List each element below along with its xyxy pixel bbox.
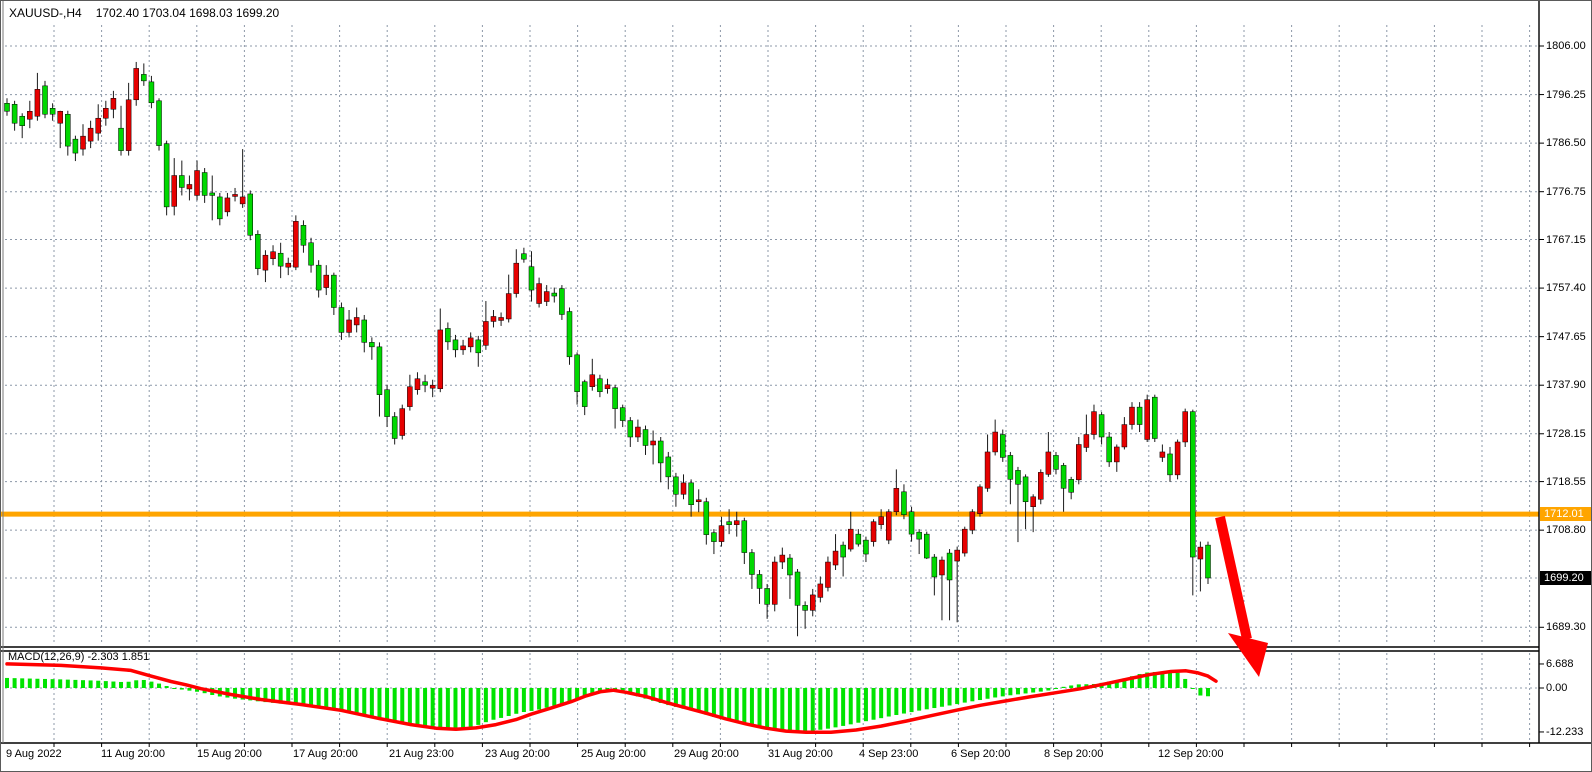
current-price-badge: 1699.20	[1540, 571, 1592, 585]
macd-axis-label: 6.688	[1546, 658, 1574, 670]
time-axis-label: 4 Sep 23:00	[859, 748, 918, 760]
chart-canvas[interactable]	[1, 1, 1592, 772]
price-axis-label: 1728.15	[1546, 428, 1586, 440]
price-axis-label: 1708.80	[1546, 524, 1586, 536]
price-axis-label: 1796.25	[1546, 89, 1586, 101]
symbol-period-label: XAUUSD-,H4	[9, 6, 82, 20]
macd-label: MACD(12,26,9) -2.303 1.851	[8, 651, 149, 663]
time-axis-label: 25 Aug 20:00	[581, 748, 646, 760]
time-axis-label: 17 Aug 20:00	[293, 748, 358, 760]
price-axis-label: 1767.15	[1546, 234, 1586, 246]
price-axis-label: 1689.30	[1546, 621, 1586, 633]
time-axis-label: 21 Aug 23:00	[389, 748, 454, 760]
time-axis-label: 6 Sep 20:00	[951, 748, 1010, 760]
price-axis-label: 1806.00	[1546, 40, 1586, 52]
macd-name: MACD(12,26,9)	[8, 651, 84, 663]
macd-signal-value: 1.851	[122, 651, 150, 663]
ohlc-readout: 1702.40 1703.04 1698.03 1699.20	[96, 6, 280, 20]
time-axis-label: 8 Sep 20:00	[1044, 748, 1103, 760]
time-axis-label: 12 Sep 20:00	[1158, 748, 1223, 760]
price-axis-label: 1747.65	[1546, 331, 1586, 343]
time-axis-label: 11 Aug 20:00	[101, 748, 165, 760]
chart-title: XAUUSD-,H4 1702.40 1703.04 1698.03 1699.2…	[9, 6, 279, 20]
hline-price-badge: 1712.01	[1540, 507, 1592, 521]
mt4-chart-window: XAUUSD-,H4 1702.40 1703.04 1698.03 1699.2…	[0, 0, 1592, 772]
macd-histogram	[5, 672, 1210, 732]
macd-signal-line	[7, 664, 1216, 732]
time-axis-label: 31 Aug 20:00	[768, 748, 833, 760]
price-axis-label: 1757.40	[1546, 282, 1586, 294]
price-axis-label: 1737.90	[1546, 379, 1586, 391]
macd-axis-label: -12.233	[1546, 726, 1583, 738]
time-axis-label: 15 Aug 20:00	[197, 748, 262, 760]
time-axis-label: 9 Aug 2022	[6, 748, 62, 760]
macd-main-value: -2.303	[87, 651, 118, 663]
time-axis-label: 23 Aug 20:00	[485, 748, 550, 760]
price-axis-label: 1718.55	[1546, 476, 1586, 488]
price-axis-label: 1776.75	[1546, 186, 1586, 198]
price-axis-label: 1786.50	[1546, 137, 1586, 149]
candle-series	[5, 62, 1211, 636]
time-axis-label: 29 Aug 20:00	[674, 748, 739, 760]
macd-axis-label: 0.00	[1546, 682, 1567, 694]
